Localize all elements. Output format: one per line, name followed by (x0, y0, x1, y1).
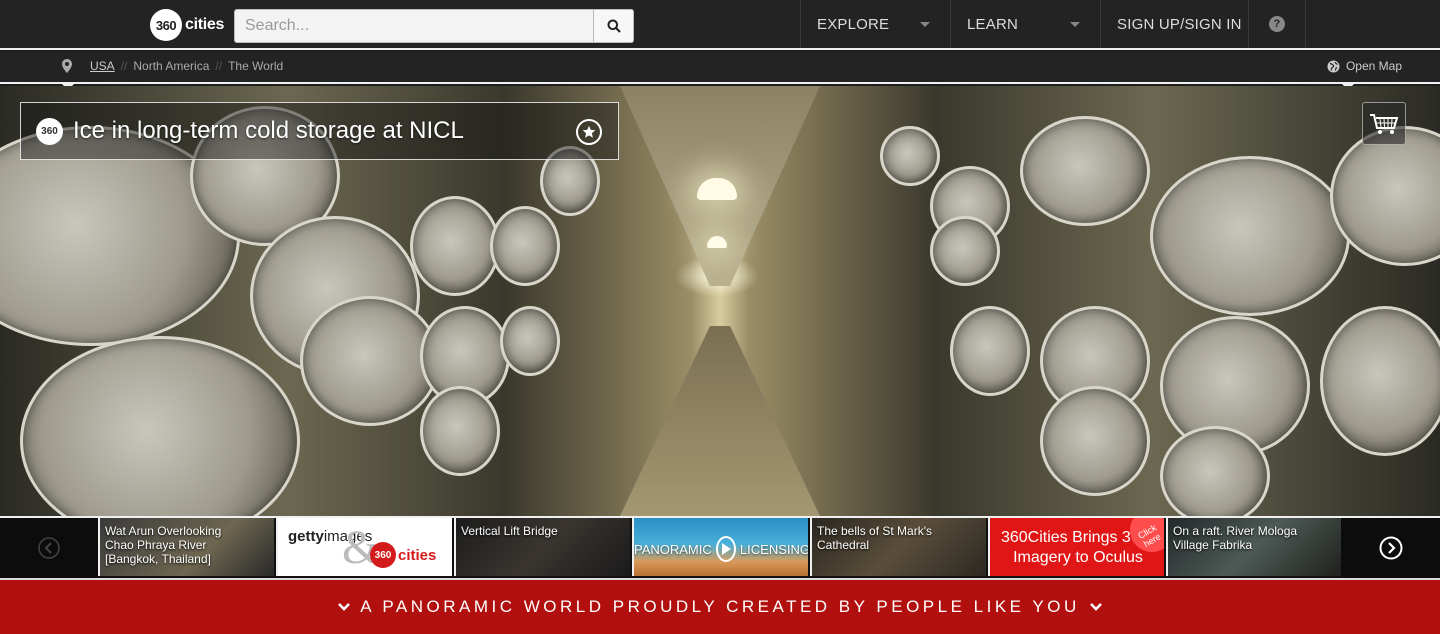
thumbnail-label: Wat Arun Overlooking Chao Phraya River [… (105, 524, 222, 566)
nav-signup-signin[interactable]: SIGN UP/SIGN IN (1100, 0, 1248, 48)
location-pin-icon (62, 59, 72, 73)
logo-badge: 360 (150, 9, 182, 41)
breadcrumb-separator: // (120, 59, 128, 73)
360-badge-icon: 360 (36, 117, 63, 145)
footer-tagline: A PANORAMIC WORLD PROUDLY CREATED BY PEO… (360, 597, 1080, 616)
footer-banner[interactable]: A PANORAMIC WORLD PROUDLY CREATED BY PEO… (0, 578, 1440, 634)
ice-core-canister (20, 336, 300, 516)
favorite-button[interactable] (576, 119, 602, 145)
ice-core-canister (880, 126, 940, 186)
ice-core-canister (490, 206, 560, 286)
breadcrumb-usa[interactable]: USA (90, 59, 115, 73)
ice-core-canister (950, 306, 1030, 396)
search-button[interactable] (593, 10, 633, 42)
breadcrumb-the-world[interactable]: The World (228, 59, 283, 73)
chevron-left-icon (38, 537, 60, 559)
thumbnail-getty-images[interactable]: gettyimages & 360 cities (276, 518, 452, 576)
panorama-viewer[interactable]: 360 Ice in long-term cold storage at NIC… (0, 86, 1440, 516)
chevron-down-icon (1070, 22, 1080, 27)
nav-learn-label: LEARN (967, 15, 1019, 33)
thumbnail-vertical-lift-bridge[interactable]: Vertical Lift Bridge (454, 518, 630, 576)
logo-text: cities (185, 16, 225, 33)
getty-text: getty (288, 528, 324, 545)
thumbnail-oculus-promo[interactable]: 360Cities Brings 360° Imagery to Oculus … (988, 518, 1164, 576)
licensing-banner: PANORAMIC LICENSING (634, 536, 808, 562)
help-icon: ? (1269, 16, 1285, 32)
licensing-text: LICENSING (739, 541, 808, 557)
thumbnail-panoramic-licensing[interactable]: PANORAMIC LICENSING (632, 518, 808, 576)
search-bar (234, 9, 634, 43)
ice-core-canister (410, 196, 500, 296)
cart-button[interactable] (1362, 102, 1406, 145)
open-map-link[interactable]: Open Map (1327, 59, 1402, 73)
strip-next-button[interactable] (1341, 518, 1440, 578)
360cities-logo: 360 cities (370, 542, 436, 568)
search-input[interactable] (235, 10, 593, 42)
panorama-title: Ice in long-term cold storage at NICL (73, 117, 464, 144)
related-panoramas-strip: Wat Arun Overlooking Chao Phraya River [… (0, 516, 1440, 578)
globe-icon (1327, 60, 1340, 72)
play-icon (715, 536, 736, 562)
chevron-down-icon (920, 22, 930, 27)
nav-signup-label: SIGN UP/SIGN IN (1117, 15, 1242, 33)
thumbnail-label: On a raft. River Mologa Village Fabrika (1173, 524, 1298, 552)
breadcrumb-bar: USA // North America // The World Open M… (0, 52, 1440, 90)
360-badge: 360 (370, 542, 396, 568)
thumbnail-river-mologa[interactable]: On a raft. River Mologa Village Fabrika (1166, 518, 1341, 576)
chevron-down-icon (1089, 603, 1102, 611)
top-navbar: 360 cities EXPLORE LEARN SIGN UP/SIGN IN… (0, 0, 1440, 50)
panoramic-text: PANORAMIC (634, 541, 712, 557)
strip-prev-button[interactable] (0, 518, 98, 578)
corridor-floor (620, 326, 820, 516)
site-logo[interactable]: 360 cities (150, 9, 224, 41)
cities-text: cities (398, 546, 437, 564)
nav-explore[interactable]: EXPLORE (800, 0, 950, 48)
breadcrumb-separator: // (215, 59, 223, 73)
thumbnail-label: Vertical Lift Bridge (461, 524, 558, 538)
nav-learn[interactable]: LEARN (950, 0, 1100, 48)
thumbnail-wat-arun[interactable]: Wat Arun Overlooking Chao Phraya River [… (98, 518, 274, 576)
shopping-cart-icon (1370, 113, 1399, 134)
ice-core-canister (930, 216, 1000, 286)
ice-core-canister (500, 306, 560, 376)
panorama-title-box: 360 Ice in long-term cold storage at NIC… (20, 102, 619, 160)
ice-core-canister (1160, 426, 1270, 516)
chevron-down-icon (338, 603, 351, 611)
open-map-label: Open Map (1345, 59, 1402, 73)
ice-core-canister (1320, 306, 1440, 456)
chevron-right-icon (1379, 536, 1402, 560)
nav-explore-label: EXPLORE (817, 15, 890, 33)
ice-core-canister (420, 386, 500, 476)
thumbnail-st-marks-bells[interactable]: The bells of St Mark's Cathedral (810, 518, 986, 576)
breadcrumb-north-america[interactable]: North America (133, 59, 209, 73)
ice-core-canister (300, 296, 440, 426)
breadcrumb: USA // North America // The World (62, 59, 283, 73)
ice-core-canister (1150, 156, 1350, 316)
ice-core-canister (1020, 116, 1150, 226)
ice-core-canister (1040, 386, 1150, 496)
help-button[interactable]: ? (1248, 0, 1306, 48)
star-icon (582, 125, 596, 138)
search-icon (607, 19, 621, 33)
thumbnail-label: The bells of St Mark's Cathedral (817, 524, 932, 552)
